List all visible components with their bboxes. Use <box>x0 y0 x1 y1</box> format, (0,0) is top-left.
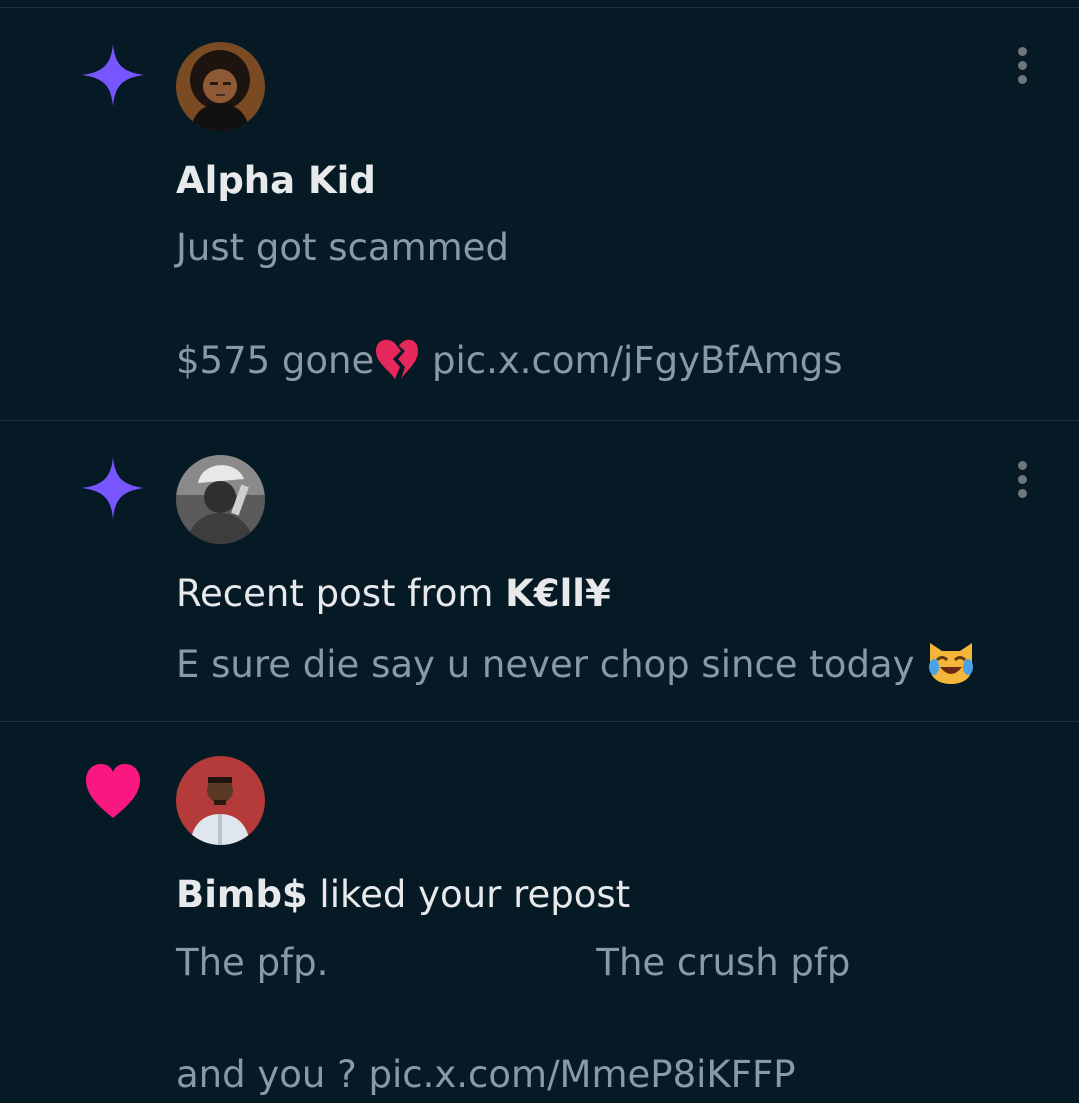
media-link[interactable]: pic.x.com/jFgyBfAmgs <box>432 339 843 382</box>
post-text-right: The crush pfp <box>596 941 851 984</box>
post-text-line: The pfp. The crush pfp <box>176 940 850 986</box>
action-text: liked your repost <box>307 873 631 916</box>
post-text-line: Just got scammed <box>176 226 509 269</box>
notification-item[interactable]: Bimb$ liked your repost The pfp. The crus… <box>0 722 1079 1103</box>
sparkle-icon <box>80 455 146 521</box>
more-options-button[interactable] <box>1013 47 1033 87</box>
post-text: E sure die say u never chop since today <box>176 643 927 686</box>
post-text: and you ? <box>176 1053 369 1096</box>
notification-title: Bimb$ liked your repost <box>176 872 630 918</box>
more-dot <box>1018 489 1027 498</box>
avatar[interactable] <box>176 455 265 544</box>
post-text-line: $575 gone pic.x.com/jFgyBfAmgs <box>176 337 843 392</box>
avatar[interactable] <box>176 42 265 131</box>
notification-item[interactable]: Alpha Kid Just got scammed $575 gone pic… <box>0 8 1079 421</box>
heart-icon <box>80 758 146 824</box>
broken-heart-emoji <box>374 337 420 392</box>
title-prefix: Recent post from <box>176 572 506 615</box>
more-dot <box>1018 47 1027 56</box>
avatar[interactable] <box>176 756 265 845</box>
cat-tears-of-joy-emoji <box>926 639 976 696</box>
post-text-line: E sure die say u never chop since today <box>176 639 976 696</box>
media-link[interactable]: pic.x.com/MmeP8iKFFP <box>369 1053 796 1096</box>
more-dot <box>1018 61 1027 70</box>
post-text-left: The pfp. <box>176 941 329 984</box>
author-name[interactable]: Bimb$ <box>176 873 308 916</box>
author-name[interactable]: K€ll¥ <box>505 572 611 615</box>
author-name[interactable]: Alpha Kid <box>176 158 376 204</box>
sparkle-icon <box>80 42 146 108</box>
post-text-line: and you ? pic.x.com/MmeP8iKFFP <box>176 1052 796 1098</box>
notification-item[interactable]: Recent post from K€ll¥ E sure die say u … <box>0 421 1079 722</box>
amount-text: $575 gone <box>176 339 375 382</box>
more-options-button[interactable] <box>1013 461 1033 501</box>
more-dot <box>1018 475 1027 484</box>
more-dot <box>1018 461 1027 470</box>
more-dot <box>1018 75 1027 84</box>
notification-title: Recent post from K€ll¥ <box>176 571 611 617</box>
